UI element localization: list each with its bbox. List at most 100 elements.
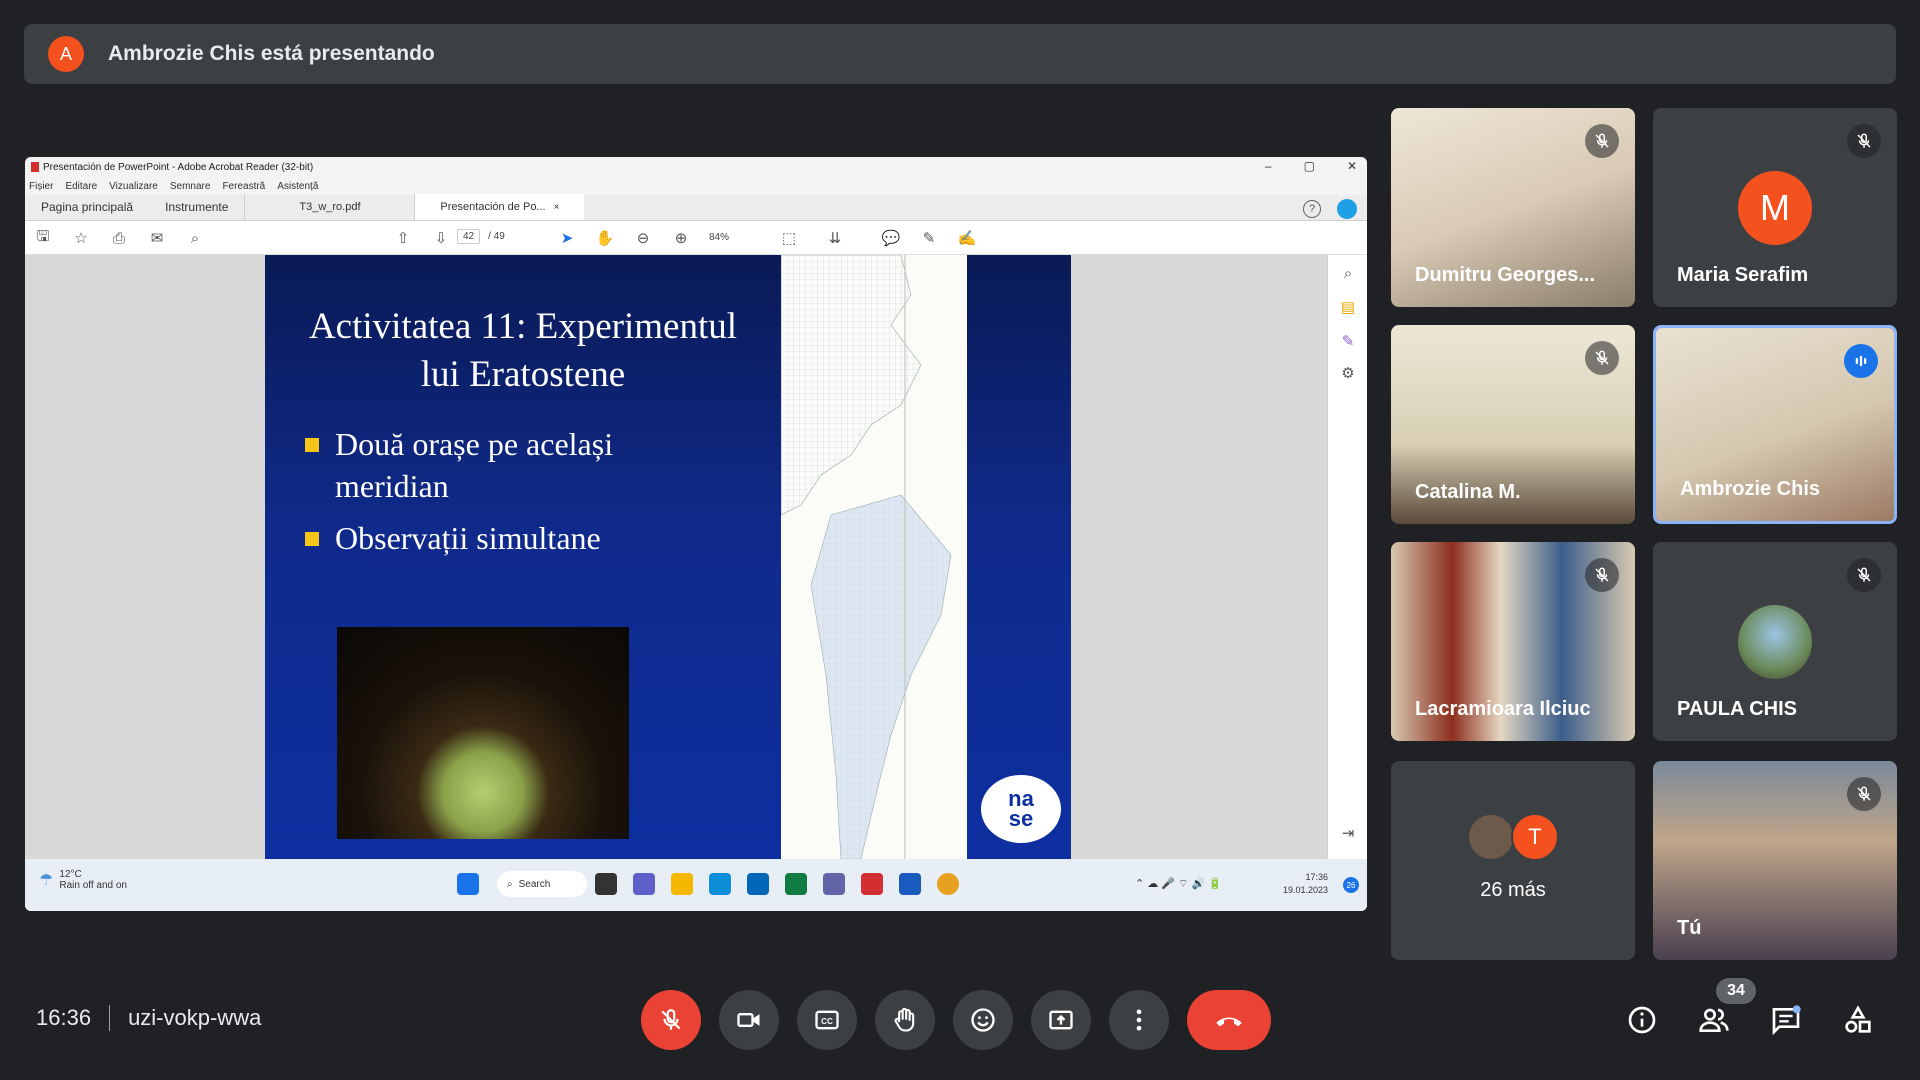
notification-badge[interactable]: 26 <box>1343 877 1359 893</box>
reader-tab-bar: Pagina principală Instrumente T3_w_ro.pd… <box>25 194 1367 221</box>
taskbar-search[interactable]: ⌕ Search <box>497 871 587 897</box>
fill-sign-icon[interactable]: ✎ <box>1338 331 1358 351</box>
maximize-icon[interactable]: ▢ <box>1304 159 1315 173</box>
bullet-2-text: Observații simultane <box>335 520 601 556</box>
select-cursor-icon[interactable]: ➤ <box>557 228 577 248</box>
help-icon[interactable]: ? <box>1303 200 1321 218</box>
tab-home[interactable]: Pagina principală <box>25 194 149 220</box>
task-view-icon[interactable] <box>595 873 617 895</box>
chat-button[interactable] <box>1766 1000 1806 1040</box>
participant-tile-5[interactable]: Lacramioara Ilciuc <box>1391 542 1635 741</box>
hand-tool-icon[interactable]: ✋ <box>595 228 615 248</box>
meeting-details-button[interactable] <box>1622 1000 1662 1040</box>
mic-off-icon <box>661 1009 681 1030</box>
word-icon[interactable] <box>899 873 921 895</box>
tab-doc-presentation[interactable]: Presentación de Po... × <box>414 194 585 220</box>
mic-toggle-button[interactable] <box>641 990 701 1050</box>
comment-icon[interactable]: 💬 <box>881 228 901 248</box>
menu-item-file[interactable]: Fișier <box>29 181 53 192</box>
more-participants-tile[interactable]: T 26 más <box>1391 761 1635 960</box>
participant-tile-2[interactable]: M Maria Serafim <box>1653 108 1897 307</box>
present-screen-button[interactable] <box>1031 990 1091 1050</box>
bullet-square-icon <box>305 438 319 452</box>
participant-avatar-small <box>1467 813 1515 861</box>
self-tile[interactable]: Tú <box>1653 761 1897 960</box>
next-page-icon[interactable]: ⇩ <box>431 228 451 248</box>
save-icon[interactable]: 🖫 <box>33 228 53 248</box>
teams-app-icon[interactable] <box>823 873 845 895</box>
window-titlebar: Presentación de PowerPoint - Adobe Acrob… <box>25 157 1367 177</box>
menu-item-view[interactable]: Vizualizare <box>109 181 158 192</box>
print-icon[interactable]: ⎙ <box>109 228 129 248</box>
sign-icon[interactable]: ✍ <box>957 228 977 248</box>
profile-icon[interactable] <box>1337 199 1357 219</box>
slide-bullet-2: Observații simultane <box>305 517 601 559</box>
zoom-in-icon[interactable]: ⊕ <box>671 228 691 248</box>
leave-call-button[interactable] <box>1187 990 1271 1050</box>
minimize-icon[interactable]: – <box>1265 159 1272 173</box>
menu-item-help[interactable]: Asistență <box>277 181 318 192</box>
svg-text:CC: CC <box>821 1017 833 1026</box>
search-zoom-icon[interactable]: ⌕ <box>1338 263 1358 283</box>
window-title: Presentación de PowerPoint - Adobe Acrob… <box>43 161 314 173</box>
participant-tile-3[interactable]: Catalina M. <box>1391 325 1635 524</box>
edge-icon[interactable] <box>709 873 731 895</box>
windows-start-icon[interactable] <box>457 873 479 895</box>
prev-page-icon[interactable]: ⇧ <box>393 228 413 248</box>
weather-temp: 12°C <box>59 869 82 880</box>
mic-off-icon <box>1585 558 1619 592</box>
weather-desc: Rain off and on <box>59 880 127 891</box>
tab-tools[interactable]: Instrumente <box>149 194 244 220</box>
chrome-icon[interactable] <box>937 873 959 895</box>
system-tray-icons[interactable]: ⌃ ☁ 🎤 ⌔ 🔊 🔋 <box>1135 877 1222 891</box>
store-icon[interactable] <box>747 873 769 895</box>
reactions-button[interactable] <box>953 990 1013 1050</box>
activities-button[interactable] <box>1838 1000 1878 1040</box>
taskbar-search-label: Search <box>518 878 551 890</box>
zoom-level[interactable]: 84% <box>709 232 729 243</box>
tab-close-icon[interactable]: × <box>554 202 560 213</box>
tab-doc-t3[interactable]: T3_w_ro.pdf <box>244 194 414 220</box>
find-icon[interactable]: ⌕ <box>185 228 205 248</box>
raise-hand-button[interactable] <box>875 990 935 1050</box>
menu-item-edit[interactable]: Editare <box>65 181 97 192</box>
page-number-input[interactable]: 42 <box>457 229 481 244</box>
search-icon: ⌕ <box>507 878 513 890</box>
scroll-mode-icon[interactable]: ⇊ <box>825 228 845 248</box>
activities-icon <box>1845 1005 1871 1033</box>
highlight-pen-icon[interactable]: ✎ <box>919 228 939 248</box>
fit-page-icon[interactable]: ⬚ <box>779 228 799 248</box>
menu-bar: Fișier Editare Vizualizare Semnare Ferea… <box>25 177 1367 195</box>
collapse-panel-icon[interactable]: ⇥ <box>1338 823 1358 843</box>
acrobat-taskbar-icon[interactable] <box>861 873 883 895</box>
mic-off-icon <box>1847 777 1881 811</box>
close-icon[interactable]: ✕ <box>1347 159 1357 173</box>
more-vert-icon <box>1136 1009 1142 1031</box>
email-icon[interactable]: ✉ <box>147 228 167 248</box>
captions-button[interactable]: CC <box>797 990 857 1050</box>
camera-toggle-button[interactable] <box>719 990 779 1050</box>
menu-item-window[interactable]: Fereastră <box>222 181 265 192</box>
menu-item-sign[interactable]: Semnare <box>170 181 211 192</box>
taskbar-time: 17:36 <box>1305 872 1329 882</box>
zoom-out-icon[interactable]: ⊖ <box>633 228 653 248</box>
participant-tile-1[interactable]: Dumitru Georges... <box>1391 108 1635 307</box>
shared-screen: Presentación de PowerPoint - Adobe Acrob… <box>25 157 1367 911</box>
participant-name: Dumitru Georges... <box>1415 264 1596 286</box>
more-options-button[interactable] <box>1109 990 1169 1050</box>
bookmark-star-icon[interactable]: ☆ <box>71 228 91 248</box>
nase-logo: na se <box>981 775 1061 843</box>
file-explorer-icon[interactable] <box>671 873 693 895</box>
bullet-square-icon <box>305 532 319 546</box>
excel-icon[interactable] <box>785 873 807 895</box>
participant-tile-6[interactable]: PAULA CHIS <box>1653 542 1897 741</box>
tools-icon[interactable]: ⚙ <box>1338 363 1358 383</box>
call-end-icon <box>1216 1017 1242 1027</box>
teams-icon[interactable] <box>633 873 655 895</box>
participant-avatar: M <box>1738 170 1812 245</box>
slide-bullet-1: Două orașe pe același meridian <box>305 423 613 507</box>
comment-tool-icon[interactable]: ▤ <box>1338 297 1358 317</box>
people-button[interactable] <box>1694 1000 1734 1040</box>
participant-tile-4[interactable]: Ambrozie Chis <box>1653 325 1897 524</box>
presenter-banner: A Ambrozie Chis está presentando <box>24 24 1896 84</box>
